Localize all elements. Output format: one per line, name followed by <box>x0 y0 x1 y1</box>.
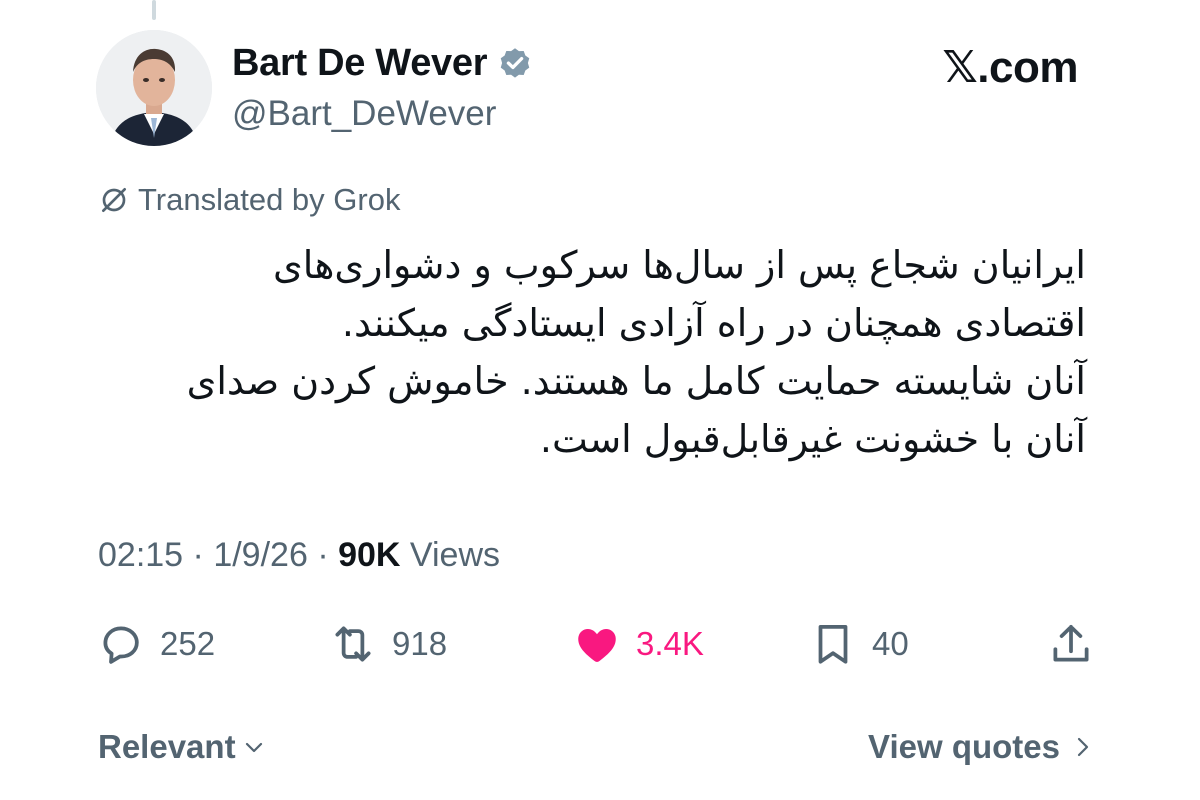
post-time[interactable]: 02:15 <box>98 536 183 574</box>
chevron-down-icon <box>245 742 262 753</box>
translation-label: Translated by Grok <box>138 182 401 217</box>
verified-badge-icon <box>500 47 530 78</box>
brand-logo-text: 𝕏.com <box>942 43 1078 92</box>
thread-connector-line <box>152 0 156 20</box>
repost-count: 918 <box>392 625 448 662</box>
avatar-image <box>96 30 212 146</box>
sort-replies-dropdown[interactable]: Relevant <box>98 728 266 766</box>
reply-button[interactable]: 252 <box>96 616 215 672</box>
action-bar: 252 918 3.4K 40 <box>0 616 1200 672</box>
like-button[interactable]: 3.4K <box>572 616 704 672</box>
meta-separator: · <box>317 536 329 574</box>
tweet-text-line: اقتصادی همچنان در راه آزادی ایستادگی میک… <box>341 301 1086 345</box>
tweet-text-line: ایرانیان شجاع پس از سال‌ها سرکوب و دشوار… <box>273 243 1086 287</box>
author-handle[interactable]: @Bart_DeWever <box>232 94 496 134</box>
bookmark-count: 40 <box>872 625 909 662</box>
bookmark-button[interactable]: 40 <box>808 616 909 672</box>
view-quotes-label: View quotes <box>868 728 1060 765</box>
views-label: Views <box>409 536 501 574</box>
like-count: 3.4K <box>636 625 704 662</box>
sort-label: Relevant <box>98 728 236 765</box>
grok-slash-icon <box>102 188 126 212</box>
tweet-text: ایرانیان شجاع پس از سال‌ها سرکوب و دشوار… <box>96 236 1086 468</box>
view-quotes-link[interactable]: View quotes <box>868 728 1094 766</box>
views-count: 90K <box>338 536 401 574</box>
post-date[interactable]: 1/9/26 <box>213 536 308 574</box>
reply-icon <box>103 626 139 664</box>
tweet-text-line: آنان شایسته حمایت کامل ما هستند. خاموش ک… <box>186 359 1086 403</box>
reply-count: 252 <box>160 625 216 662</box>
repost-icon <box>335 626 371 662</box>
author-name[interactable]: Bart De Wever <box>232 42 487 85</box>
meta-separator: · <box>192 536 204 574</box>
tweet-text-line: آنان با خشونت غیرقابل‌قبول است. <box>539 417 1086 461</box>
bookmark-icon <box>818 625 848 664</box>
author-name-row: Bart De Wever <box>232 42 533 85</box>
share-button[interactable] <box>1046 616 1096 672</box>
tweet-meta: 02:15 · 1/9/26 · 90K Views <box>98 536 500 575</box>
avatar[interactable] <box>96 30 212 146</box>
translation-notice: Translated by Grok <box>98 182 400 218</box>
heart-icon <box>578 629 616 662</box>
share-icon <box>1053 625 1089 662</box>
chevron-right-icon <box>1077 737 1089 757</box>
repost-button[interactable]: 918 <box>328 616 447 672</box>
